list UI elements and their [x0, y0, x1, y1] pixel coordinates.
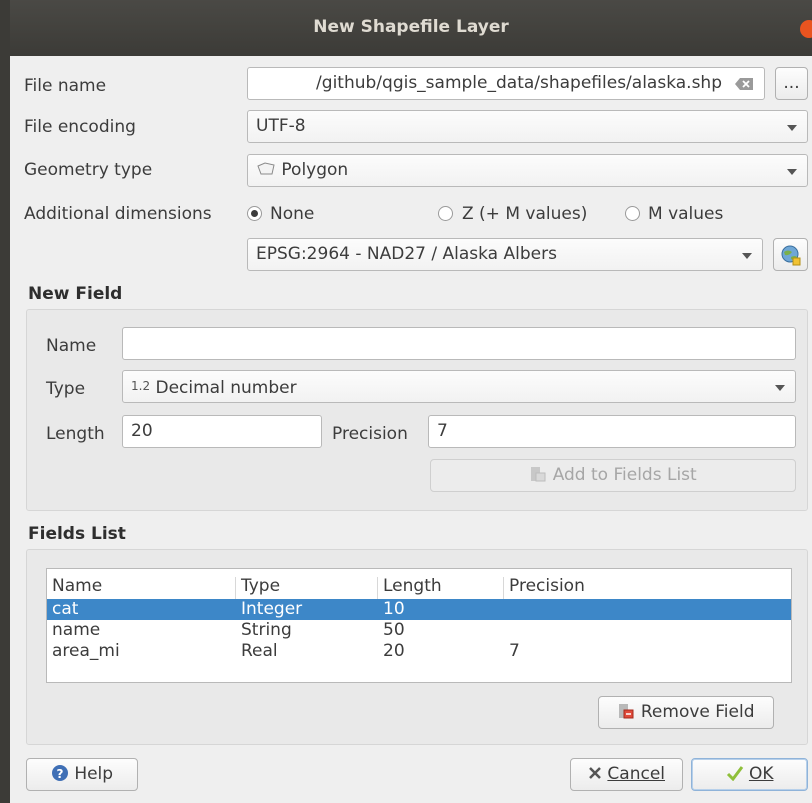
- globe-icon: [781, 245, 801, 266]
- column-header-type[interactable]: Type: [241, 573, 280, 599]
- close-icon[interactable]: [800, 20, 812, 38]
- chevron-down-icon: [742, 253, 752, 259]
- window-title: New Shapefile Layer: [313, 17, 509, 37]
- help-button[interactable]: ? Help: [26, 758, 138, 791]
- checkmark-icon: [726, 766, 743, 782]
- table-row[interactable]: name String 50: [47, 620, 791, 641]
- column-header-name[interactable]: Name: [52, 573, 102, 599]
- additional-dimensions-label: Additional dimensions: [24, 204, 212, 224]
- fields-table[interactable]: Name Type Length Precision cat Integer 1…: [46, 568, 792, 683]
- type-value: Decimal number: [155, 378, 297, 398]
- file-name-label: File name: [24, 76, 107, 96]
- precision-input[interactable]: 7: [428, 415, 796, 448]
- cancel-button[interactable]: Cancel: [570, 758, 683, 791]
- precision-label: Precision: [332, 424, 408, 444]
- cell-precision: 7: [509, 641, 520, 661]
- length-input[interactable]: 20: [122, 415, 322, 448]
- radio-m-values[interactable]: [625, 206, 640, 221]
- type-select[interactable]: 1.2 Decimal number: [122, 370, 796, 403]
- crs-select[interactable]: EPSG:2964 - NAD27 / Alaska Albers: [247, 238, 763, 271]
- clear-icon[interactable]: [734, 77, 754, 91]
- cancel-label: Cancel: [607, 764, 665, 784]
- cell-length: 10: [383, 599, 405, 619]
- add-to-fields-list-label: Add to Fields List: [552, 465, 697, 485]
- table-row[interactable]: area_mi Real 20 7: [47, 641, 791, 662]
- ok-label: OK: [748, 764, 774, 784]
- radio-z-m-values-label[interactable]: Z (+ M values): [462, 204, 587, 224]
- cell-name: cat: [52, 599, 79, 619]
- radio-none-label[interactable]: None: [270, 204, 314, 224]
- cell-type: Real: [241, 641, 278, 661]
- geometry-type-select[interactable]: Polygon: [247, 154, 808, 187]
- file-name-input[interactable]: /github/qgis_sample_data/shapefiles/alas…: [247, 67, 765, 100]
- column-header-length[interactable]: Length: [383, 573, 442, 599]
- table-header: Name Type Length Precision: [47, 573, 791, 599]
- geometry-type-value: Polygon: [281, 160, 349, 180]
- decimal-type-icon: 1.2: [131, 379, 151, 393]
- column-separator: [235, 577, 236, 599]
- name-input[interactable]: [122, 327, 796, 360]
- cancel-icon: [589, 767, 601, 779]
- cell-type: Integer: [241, 599, 303, 619]
- crs-value: EPSG:2964 - NAD27 / Alaska Albers: [256, 244, 557, 264]
- remove-field-button[interactable]: Remove Field: [598, 696, 774, 729]
- file-encoding-label: File encoding: [24, 117, 136, 137]
- file-encoding-value: UTF-8: [256, 116, 306, 136]
- chevron-down-icon: [787, 169, 797, 175]
- column-header-precision[interactable]: Precision: [509, 573, 585, 599]
- cell-name: name: [52, 620, 101, 640]
- fields-list-title: Fields List: [28, 524, 126, 544]
- new-field-title: New Field: [28, 284, 123, 304]
- select-crs-button[interactable]: [773, 238, 808, 271]
- radio-z-m-values[interactable]: [438, 206, 453, 221]
- column-separator: [377, 577, 378, 599]
- title-bar[interactable]: New Shapefile Layer: [10, 0, 812, 56]
- radio-none[interactable]: [247, 206, 262, 221]
- browse-button[interactable]: ...: [775, 67, 808, 100]
- column-separator: [503, 577, 504, 599]
- name-label: Name: [46, 336, 97, 356]
- length-label: Length: [46, 424, 105, 444]
- svg-text:?: ?: [56, 767, 63, 781]
- table-row[interactable]: cat Integer 10: [47, 599, 791, 620]
- file-name-value: /github/qgis_sample_data/shapefiles/alas…: [316, 73, 722, 93]
- add-to-fields-list-button[interactable]: Add to Fields List: [430, 459, 796, 492]
- remove-field-icon: [619, 704, 634, 719]
- polygon-icon: [257, 162, 275, 175]
- ok-button[interactable]: OK: [691, 758, 808, 791]
- cell-type: String: [241, 620, 292, 640]
- cell-length: 20: [383, 641, 405, 661]
- help-label: Help: [74, 764, 114, 784]
- help-icon: ?: [51, 765, 68, 781]
- cell-length: 50: [383, 620, 405, 640]
- dialog-window: New Shapefile Layer File name /github/qg…: [10, 0, 812, 803]
- file-encoding-select[interactable]: UTF-8: [247, 110, 808, 143]
- radio-m-values-label[interactable]: M values: [648, 204, 723, 224]
- geometry-type-label: Geometry type: [24, 160, 153, 180]
- chevron-down-icon: [775, 385, 785, 391]
- chevron-down-icon: [787, 125, 797, 131]
- remove-field-label: Remove Field: [640, 702, 755, 722]
- add-field-icon: [531, 467, 546, 482]
- cell-name: area_mi: [52, 641, 120, 661]
- type-label: Type: [46, 379, 86, 399]
